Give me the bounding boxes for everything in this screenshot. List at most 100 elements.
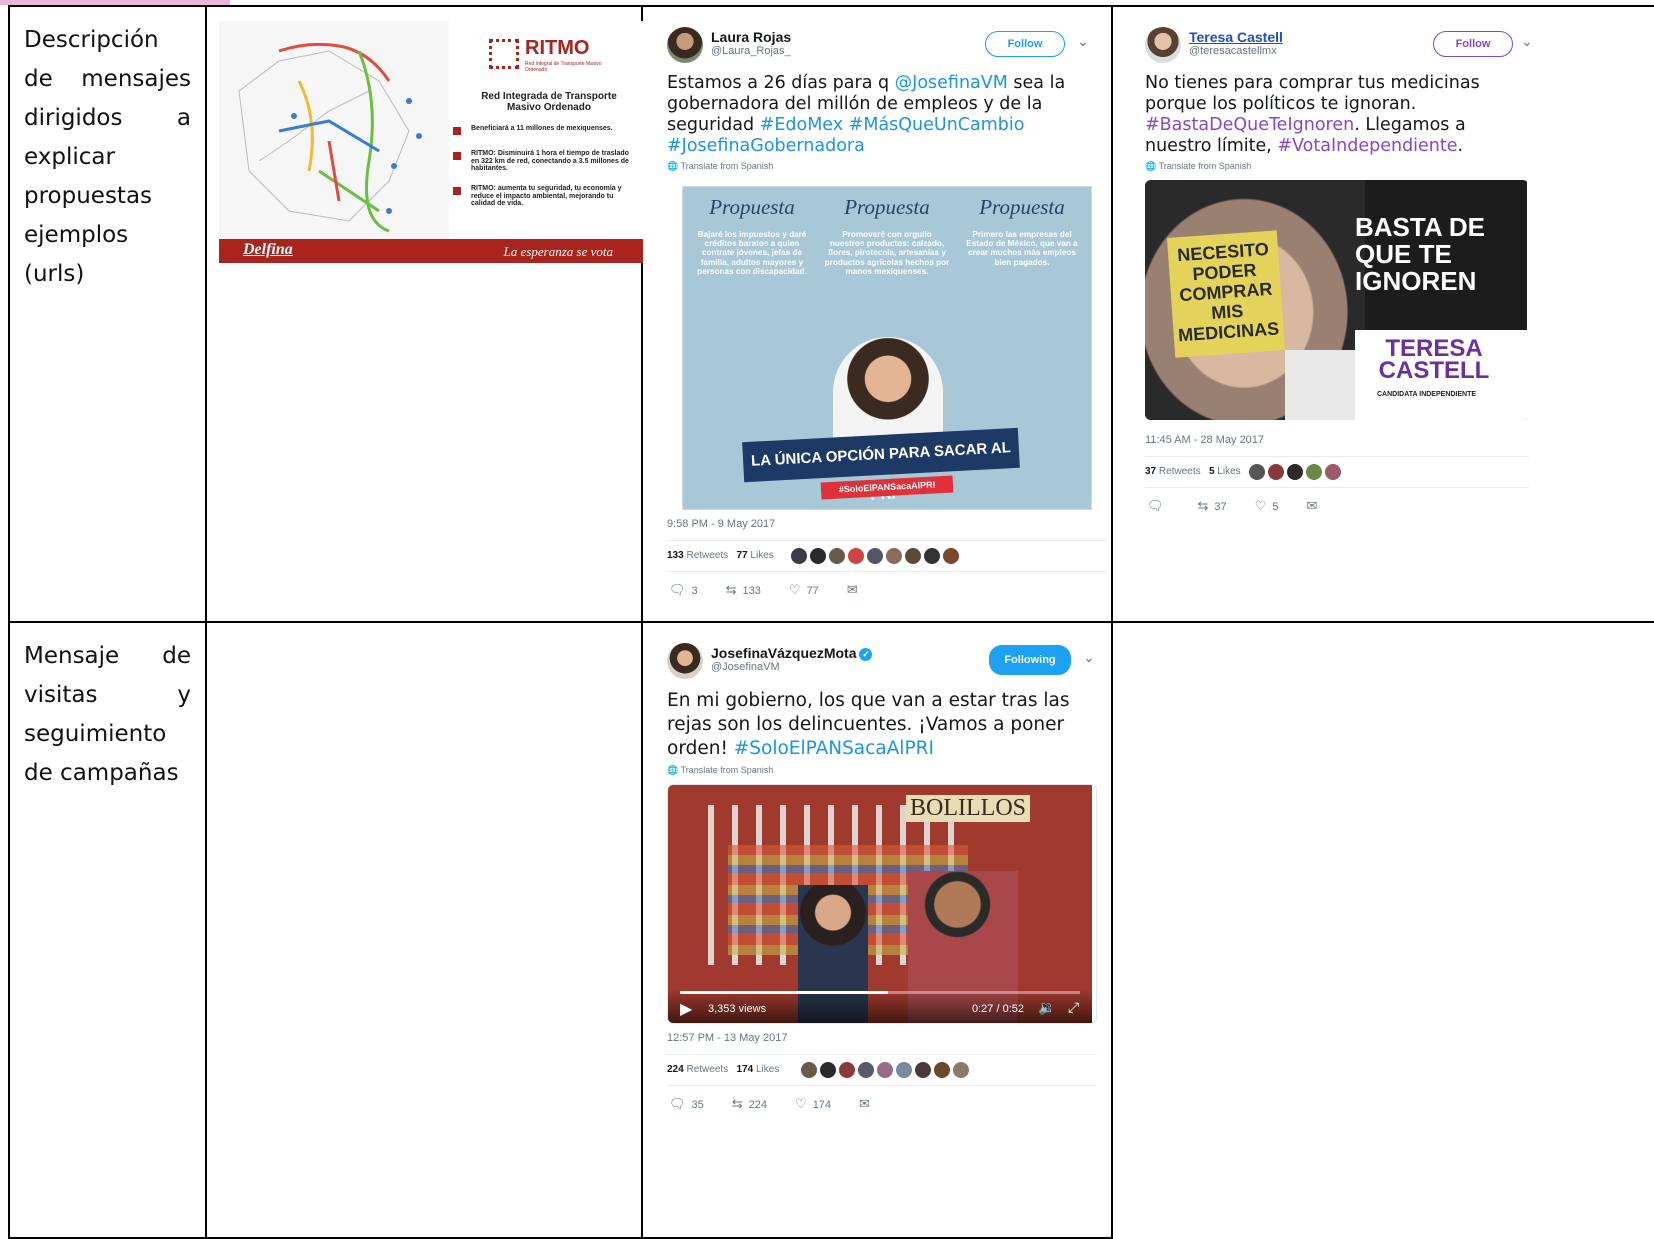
avatar[interactable] — [858, 1062, 874, 1078]
tweet-image[interactable]: Propuesta Bajaré los impuestos y daré cr… — [667, 180, 1107, 510]
tweet-image[interactable]: NECESITO PODER COMPRAR MIS MEDICINAS BAS… — [1145, 180, 1529, 420]
likes-label[interactable]: Likes — [756, 1064, 779, 1075]
tweet-timestamp[interactable]: 11:45 AM - 28 May 2017 — [1145, 434, 1529, 446]
avatar[interactable] — [896, 1062, 912, 1078]
chevron-down-icon[interactable]: ⌄ — [1077, 33, 1089, 50]
avatar[interactable] — [943, 548, 959, 564]
tweet-timestamp[interactable]: 9:58 PM - 9 May 2017 — [667, 518, 1107, 530]
avatar[interactable] — [1268, 464, 1284, 480]
avatar[interactable] — [1145, 27, 1181, 63]
translate-link[interactable]: 🌐 Translate from Spanish — [667, 161, 1107, 172]
reply-button[interactable]: 🗨 — [1147, 494, 1170, 518]
following-button[interactable]: Following — [989, 645, 1071, 675]
tweet-actions: 🗨 ⇆ 37 ♡ 5 ✉ — [1145, 494, 1529, 518]
play-icon[interactable]: ▶ — [680, 999, 692, 1019]
avatar[interactable] — [915, 1062, 931, 1078]
hashtag-link[interactable]: #VotaIndependiente — [1277, 136, 1457, 156]
propuesta-col-1: Propuesta Bajaré los impuestos y daré cr… — [689, 195, 815, 276]
avatar[interactable] — [1306, 464, 1322, 480]
video-player[interactable]: BOLILLOS ▶ 3,353 views 0:27 / 0:52 🔉 ⤢ — [668, 785, 1092, 1023]
basta-image: NECESITO PODER COMPRAR MIS MEDICINAS BAS… — [1145, 180, 1527, 420]
chevron-down-icon[interactable]: ⌄ — [1083, 649, 1095, 666]
tweet-author-name[interactable]: Laura Rojas — [711, 29, 791, 45]
tweet-cell-josefina: JosefinaVázquezMota ✓ @JosefinaVM Followi… — [641, 621, 1113, 1239]
avatar[interactable] — [848, 548, 864, 564]
avatar[interactable] — [839, 1062, 855, 1078]
avatar[interactable] — [877, 1062, 893, 1078]
avatar[interactable] — [820, 1062, 836, 1078]
hashtag-link[interactable]: #SoloElPANSacaAlPRI — [734, 738, 934, 759]
likes-label[interactable]: Likes — [750, 550, 773, 561]
likes-count[interactable]: 5 — [1209, 466, 1215, 477]
candidate-photo — [833, 337, 943, 447]
likes-count[interactable]: 174 — [737, 1064, 754, 1075]
like-button[interactable]: ♡ 5 — [1255, 494, 1279, 518]
tweet-author-name[interactable]: JosefinaVázquezMota ✓ — [711, 645, 873, 661]
retweets-label[interactable]: Retweets — [1159, 466, 1201, 477]
mention-link[interactable]: @JosefinaVM — [895, 73, 1008, 93]
propuesta-banner: LA ÚNICA OPCIÓN PARA SACAR AL PRI — [742, 427, 1020, 504]
retweets-count[interactable]: 224 — [667, 1064, 684, 1075]
avatar[interactable] — [1249, 464, 1265, 480]
bullet-icon — [453, 187, 461, 195]
volume-icon[interactable]: 🔉 — [1038, 999, 1055, 1016]
tweet-text-part: . — [1457, 136, 1464, 156]
globe-icon: 🌐 — [667, 765, 679, 775]
reply-button[interactable]: 🗨 35 — [669, 1092, 704, 1116]
follow-button[interactable]: Follow — [1433, 31, 1513, 57]
propuesta-col-2: Propuesta Promoveré con orgullo nuestros… — [824, 195, 950, 276]
translate-link[interactable]: 🌐 Translate from Spanish — [1145, 161, 1529, 172]
video-progress[interactable] — [680, 991, 1080, 994]
likes-label[interactable]: Likes — [1217, 466, 1240, 477]
likes-count[interactable]: 77 — [737, 550, 748, 561]
retweets-label[interactable]: Retweets — [686, 1064, 728, 1075]
hashtag-link[interactable]: #BastaDeQueTeIgnoren — [1145, 115, 1354, 135]
transport-map — [219, 21, 449, 239]
ritmo-footer: Delfina La esperanza se vota — [219, 239, 643, 263]
message-button[interactable]: ✉ — [847, 578, 864, 602]
retweet-button[interactable]: ⇆ 133 — [726, 578, 761, 602]
avatar[interactable] — [953, 1062, 969, 1078]
avatar[interactable] — [829, 548, 845, 564]
follow-button[interactable]: Follow — [985, 31, 1065, 57]
message-button[interactable]: ✉ — [859, 1092, 876, 1116]
reply-button[interactable]: 🗨 3 — [669, 578, 698, 602]
verified-icon: ✓ — [859, 648, 873, 661]
chevron-down-icon[interactable]: ⌄ — [1521, 33, 1533, 50]
like-button[interactable]: ♡ 77 — [789, 578, 819, 602]
tweet-author-name[interactable]: Teresa Castell — [1189, 29, 1283, 45]
tweet-author-handle[interactable]: @JosefinaVM — [711, 661, 780, 673]
globe-icon: 🌐 — [667, 161, 679, 171]
retweet-button[interactable]: ⇆ 224 — [732, 1092, 767, 1116]
retweets-label[interactable]: Retweets — [686, 550, 728, 561]
avatar[interactable] — [791, 548, 807, 564]
avatar[interactable] — [810, 548, 826, 564]
propuesta-col-3: Propuesta Primero las empresas del Estad… — [959, 195, 1085, 267]
retweets-count[interactable]: 37 — [1145, 466, 1156, 477]
heart-icon: ♡ — [1254, 498, 1267, 513]
liker-avatars — [1249, 464, 1341, 480]
fullscreen-icon[interactable]: ⤢ — [1068, 999, 1079, 1016]
tweet-timestamp[interactable]: 12:57 PM - 13 May 2017 — [667, 1032, 1097, 1044]
tweet-video[interactable]: BOLILLOS ▶ 3,353 views 0:27 / 0:52 🔉 ⤢ — [667, 784, 1097, 1024]
avatar[interactable] — [924, 548, 940, 564]
tweet-cell-laura: Laura Rojas @Laura_Rojas_ Follow ⌄ Estam… — [641, 5, 1113, 623]
retweet-button[interactable]: ⇆ 37 — [1198, 494, 1227, 518]
avatar[interactable] — [1287, 464, 1303, 480]
avatar[interactable] — [667, 27, 703, 63]
avatar[interactable] — [801, 1062, 817, 1078]
avatar[interactable] — [905, 548, 921, 564]
message-button[interactable]: ✉ — [1306, 494, 1323, 518]
tweet-author-handle[interactable]: @Laura_Rojas_ — [711, 45, 791, 57]
avatar[interactable] — [667, 643, 703, 679]
candidate-name: TERESA CASTELL — [1378, 335, 1490, 384]
tweet-author-handle[interactable]: @teresacastellmx — [1189, 45, 1277, 57]
video-time: 0:27 / 0:52 — [972, 1003, 1024, 1015]
retweets-count[interactable]: 133 — [667, 550, 684, 561]
avatar[interactable] — [1325, 464, 1341, 480]
avatar[interactable] — [934, 1062, 950, 1078]
translate-link[interactable]: 🌐 Translate from Spanish — [667, 765, 1097, 776]
avatar[interactable] — [886, 548, 902, 564]
avatar[interactable] — [867, 548, 883, 564]
like-button[interactable]: ♡ 174 — [795, 1092, 831, 1116]
